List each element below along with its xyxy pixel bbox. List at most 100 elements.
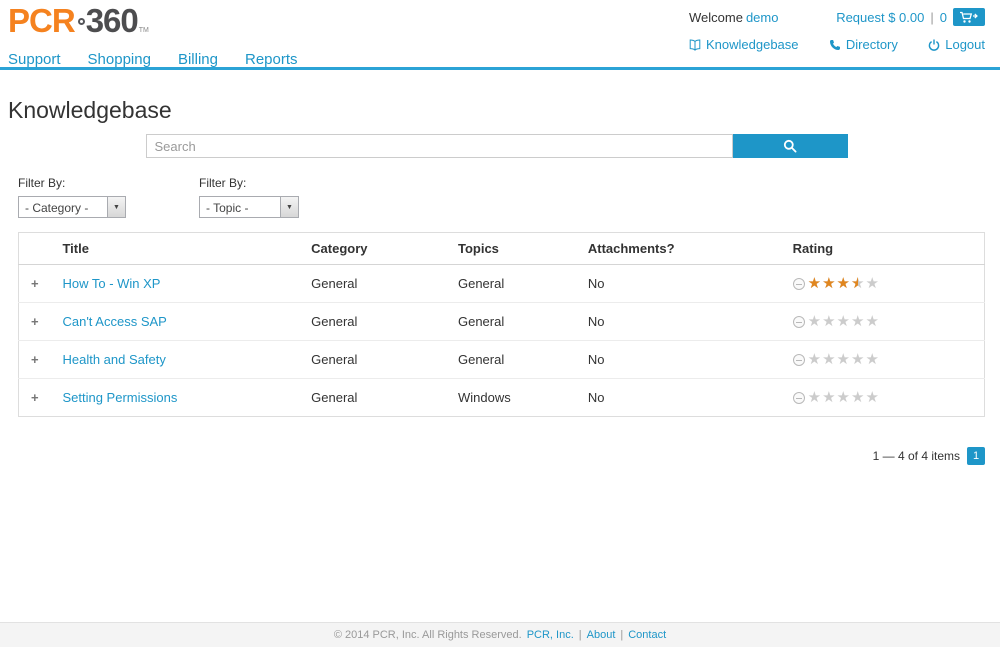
directory-link-label: Directory <box>846 37 898 52</box>
request-total-link[interactable]: Request $ 0.00 <box>836 10 924 25</box>
table-header-row: Title Category Topics Attachments? Ratin… <box>19 233 985 265</box>
directory-link[interactable]: Directory <box>829 37 898 52</box>
knowledgebase-link-label: Knowledgebase <box>706 37 799 52</box>
cell-category: General <box>303 265 450 303</box>
nav-shopping[interactable]: Shopping <box>88 51 151 68</box>
category-select-value: - Category - <box>19 197 107 217</box>
header-rating: Rating <box>785 233 985 265</box>
request-separator: | <box>930 10 933 25</box>
cell-attachments: No <box>580 341 785 379</box>
topic-select[interactable]: - Topic - ▼ <box>199 196 299 218</box>
power-icon <box>928 39 940 51</box>
logout-link[interactable]: Logout <box>928 37 985 52</box>
header-attachments: Attachments? <box>580 233 785 265</box>
logo-text-360: 360 <box>86 2 138 39</box>
clear-rating-icon[interactable] <box>793 316 805 328</box>
rating-widget[interactable]: ★★★★★★★★★★ <box>793 352 976 367</box>
rating-stars[interactable]: ★★★★★★★★★★ <box>808 390 880 405</box>
header-topics: Topics <box>450 233 580 265</box>
search-button[interactable] <box>733 134 848 158</box>
table-row: + Health and Safety General General No ★… <box>19 341 985 379</box>
category-filter-label: Filter By: <box>18 176 126 190</box>
logo-ring-icon <box>78 18 85 25</box>
expand-button[interactable]: + <box>27 352 39 367</box>
cell-topics: Windows <box>450 379 580 417</box>
topic-select-value: - Topic - <box>200 197 280 217</box>
nav-support[interactable]: Support <box>8 51 61 68</box>
header: PCR 360TM Support Shopping Billing Report… <box>0 0 1000 70</box>
article-title-link[interactable]: Health and Safety <box>62 352 165 367</box>
request-area: Request $ 0.00 | 0 <box>836 8 985 26</box>
cell-attachments: No <box>580 379 785 417</box>
welcome-user-link[interactable]: demo <box>746 10 779 25</box>
welcome-label: Welcome <box>689 10 743 25</box>
rating-stars[interactable]: ★★★★★★★★★★ <box>808 352 880 367</box>
topic-filter-label: Filter By: <box>199 176 299 190</box>
footer: © 2014 PCR, Inc. All Rights Reserved. PC… <box>0 622 1000 647</box>
nav-billing[interactable]: Billing <box>178 51 218 68</box>
header-top-row: Welcomedemo Request $ 0.00 | 0 <box>689 8 985 26</box>
header-title: Title <box>54 233 303 265</box>
phone-icon <box>829 39 841 51</box>
header-left: PCR 360TM Support Shopping Billing Report… <box>8 0 298 67</box>
article-title-link[interactable]: How To - Win XP <box>62 276 160 291</box>
footer-separator: | <box>579 629 582 641</box>
category-filter-group: Filter By: - Category - ▼ <box>18 176 126 218</box>
cart-icon <box>959 11 979 24</box>
table-row: + Setting Permissions General Windows No… <box>19 379 985 417</box>
header-expand <box>19 233 55 265</box>
results-table: Title Category Topics Attachments? Ratin… <box>18 232 985 417</box>
search-icon <box>783 139 797 153</box>
cell-topics: General <box>450 303 580 341</box>
cart-button[interactable] <box>953 8 985 26</box>
nav-reports[interactable]: Reports <box>245 51 298 68</box>
clear-rating-icon[interactable] <box>793 278 805 290</box>
rating-stars[interactable]: ★★★★★★★★★★ <box>808 314 880 329</box>
knowledgebase-link[interactable]: Knowledgebase <box>689 37 799 52</box>
page-title: Knowledgebase <box>8 97 985 124</box>
rating-widget[interactable]: ★★★★★★★★★★ <box>793 314 976 329</box>
expand-button[interactable]: + <box>27 314 39 329</box>
pagination-summary: 1 — 4 of 4 items <box>873 449 960 463</box>
topic-filter-group: Filter By: - Topic - ▼ <box>199 176 299 218</box>
footer-contact-link[interactable]: Contact <box>628 629 666 641</box>
search-input[interactable] <box>146 134 733 158</box>
footer-separator: | <box>620 629 623 641</box>
logo-text-pcr: PCR <box>8 2 75 39</box>
logo[interactable]: PCR 360TM <box>8 2 298 50</box>
rating-widget[interactable]: ★★★★★★★★★★ <box>793 390 976 405</box>
footer-pcr-link[interactable]: PCR, Inc. <box>527 629 574 641</box>
header-category: Category <box>303 233 450 265</box>
article-title-link[interactable]: Setting Permissions <box>62 390 177 405</box>
cell-category: General <box>303 341 450 379</box>
header-right: Welcomedemo Request $ 0.00 | 0 <box>689 0 985 67</box>
cell-category: General <box>303 303 450 341</box>
cell-attachments: No <box>580 303 785 341</box>
copyright-text: © 2014 PCR, Inc. All Rights Reserved. <box>334 629 522 641</box>
chevron-down-icon: ▼ <box>107 197 125 217</box>
cell-topics: General <box>450 341 580 379</box>
request-count-link[interactable]: 0 <box>940 10 947 25</box>
expand-button[interactable]: + <box>27 390 39 405</box>
main-nav: Support Shopping Billing Reports <box>8 51 298 68</box>
clear-rating-icon[interactable] <box>793 354 805 366</box>
chevron-down-icon: ▼ <box>280 197 298 217</box>
table-row: + Can't Access SAP General General No ★★… <box>19 303 985 341</box>
clear-rating-icon[interactable] <box>793 392 805 404</box>
book-icon <box>689 39 701 51</box>
search-bar <box>146 134 848 158</box>
rating-widget[interactable]: ★★★★★★★★★★ <box>793 276 976 291</box>
cell-attachments: No <box>580 265 785 303</box>
category-select[interactable]: - Category - ▼ <box>18 196 126 218</box>
filters: Filter By: - Category - ▼ Filter By: - T… <box>18 176 985 218</box>
table-row: + How To - Win XP General General No ★★★… <box>19 265 985 303</box>
logout-link-label: Logout <box>945 37 985 52</box>
welcome-text: Welcomedemo <box>689 10 778 25</box>
rating-stars[interactable]: ★★★★★★★★★★ <box>808 276 880 291</box>
header-quick-links: Knowledgebase Directory Logout <box>689 37 985 52</box>
footer-about-link[interactable]: About <box>587 629 616 641</box>
logo-trademark: TM <box>139 27 149 34</box>
page-1-button[interactable]: 1 <box>967 447 985 465</box>
expand-button[interactable]: + <box>27 276 39 291</box>
article-title-link[interactable]: Can't Access SAP <box>62 314 166 329</box>
